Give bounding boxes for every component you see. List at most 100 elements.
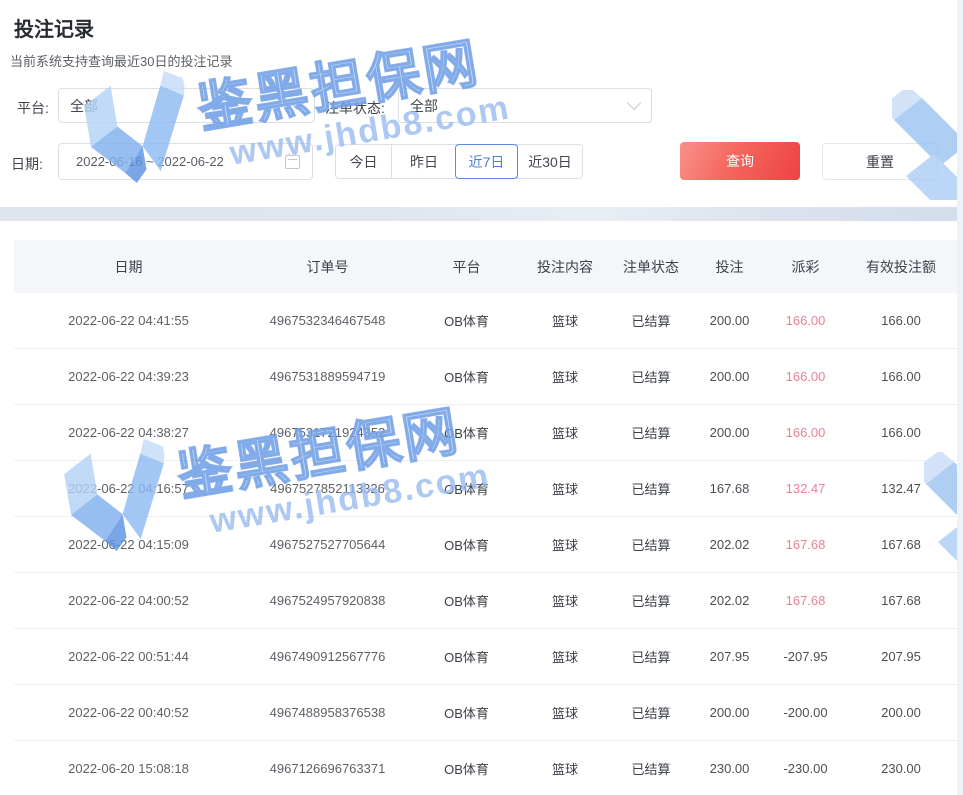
cell-bet: 200.00: [693, 313, 766, 328]
scrollbar-track[interactable]: [957, 0, 963, 795]
watermark-brand: 鉴黑担保网: [191, 15, 507, 144]
cell-payout: 132.47: [766, 481, 845, 496]
table-row: 2022-06-22 00:40:524967488958376538OB体育篮…: [14, 685, 957, 741]
cell-valid: 166.00: [845, 369, 957, 384]
cell-order: 4967531721924352: [243, 425, 412, 440]
quick-range-yesterday[interactable]: 昨日: [391, 145, 456, 178]
cell-platform: OB体育: [412, 535, 521, 554]
cell-date: 2022-06-22 00:40:52: [14, 705, 243, 720]
cell-order: 4967524957920838: [243, 593, 412, 608]
header-platform: 平台: [412, 257, 521, 277]
cell-order: 4967527527705644: [243, 537, 412, 552]
quick-range-30days[interactable]: 近30日: [517, 145, 582, 178]
cell-order: 4967126696763371: [243, 761, 412, 776]
table-row: 2022-06-22 00:51:444967490912567776OB体育篮…: [14, 629, 957, 685]
cell-payout: 166.00: [766, 369, 845, 384]
table-row: 2022-06-22 04:15:094967527527705644OB体育篮…: [14, 517, 957, 573]
cell-platform: OB体育: [412, 367, 521, 386]
cell-status: 已结算: [609, 759, 693, 778]
quick-range-group: 今日 昨日 近7日 近30日: [335, 144, 583, 179]
cell-platform: OB体育: [412, 591, 521, 610]
cell-order: 4967527852113326: [243, 481, 412, 496]
cell-content: 篮球: [521, 479, 609, 498]
status-label: 注单状态:: [325, 98, 385, 118]
chevron-down-icon[interactable]: [627, 96, 641, 110]
cell-status: 已结算: [609, 311, 693, 330]
cell-platform: OB体育: [412, 423, 521, 442]
cell-payout: 166.00: [766, 313, 845, 328]
cell-payout: -200.00: [766, 705, 845, 720]
cell-bet: 200.00: [693, 425, 766, 440]
date-range-value: 2022-06-16 ~ 2022-06-22: [76, 154, 285, 169]
cell-bet: 200.00: [693, 705, 766, 720]
cell-payout: 167.68: [766, 537, 845, 552]
header-date: 日期: [14, 257, 243, 277]
table-row: 2022-06-22 04:00:524967524957920838OB体育篮…: [14, 573, 957, 629]
cell-valid: 166.00: [845, 425, 957, 440]
cell-status: 已结算: [609, 479, 693, 498]
table-row: 2022-06-22 04:38:274967531721924352OB体育篮…: [14, 405, 957, 461]
cell-bet: 207.95: [693, 649, 766, 664]
reset-button[interactable]: 重置: [822, 143, 938, 180]
cell-status: 已结算: [609, 535, 693, 554]
cell-bet: 200.00: [693, 369, 766, 384]
status-select-value: 全部: [410, 96, 438, 116]
search-button[interactable]: 查询: [680, 142, 800, 180]
cell-platform: OB体育: [412, 479, 521, 498]
cell-content: 篮球: [521, 367, 609, 386]
table-row: 2022-06-20 15:08:184967126696763371OB体育篮…: [14, 741, 957, 795]
cell-status: 已结算: [609, 423, 693, 442]
header-status: 注单状态: [609, 257, 693, 277]
cell-bet: 230.00: [693, 761, 766, 776]
cell-platform: OB体育: [412, 311, 521, 330]
date-range-input[interactable]: 2022-06-16 ~ 2022-06-22: [58, 143, 313, 180]
betting-records-page: 投注记录 当前系统支持查询最近30日的投注记录 平台: 全部 注单状态: 全部 …: [0, 0, 963, 795]
table-row: 2022-06-22 04:16:574967527852113326OB体育篮…: [14, 461, 957, 517]
cell-payout: -230.00: [766, 761, 845, 776]
cell-date: 2022-06-22 04:16:57: [14, 481, 243, 496]
section-divider-band: [0, 207, 957, 221]
cell-status: 已结算: [609, 367, 693, 386]
header-content: 投注内容: [521, 257, 609, 277]
cell-date: 2022-06-22 04:41:55: [14, 313, 243, 328]
table-row: 2022-06-22 04:41:554967532346467548OB体育篮…: [14, 293, 957, 349]
page-title: 投注记录: [14, 13, 94, 42]
date-label: 日期:: [11, 154, 43, 174]
cell-valid: 200.00: [845, 705, 957, 720]
platform-select-value: 全部: [70, 96, 98, 116]
cell-content: 篮球: [521, 759, 609, 778]
cell-status: 已结算: [609, 591, 693, 610]
cell-status: 已结算: [609, 647, 693, 666]
cell-platform: OB体育: [412, 759, 521, 778]
cell-content: 篮球: [521, 535, 609, 554]
header-payout: 派彩: [766, 257, 845, 277]
cell-date: 2022-06-22 04:39:23: [14, 369, 243, 384]
platform-label: 平台:: [17, 98, 49, 118]
chevron-down-icon[interactable]: [290, 96, 304, 110]
table-body: 2022-06-22 04:41:554967532346467548OB体育篮…: [14, 293, 957, 795]
page-subtitle: 当前系统支持查询最近30日的投注记录: [10, 51, 232, 70]
quick-range-today[interactable]: 今日: [336, 145, 391, 178]
cell-valid: 132.47: [845, 481, 957, 496]
cell-bet: 202.02: [693, 537, 766, 552]
cell-content: 篮球: [521, 591, 609, 610]
cell-valid: 230.00: [845, 761, 957, 776]
cell-date: 2022-06-22 04:38:27: [14, 425, 243, 440]
cell-platform: OB体育: [412, 703, 521, 722]
header-bet: 投注: [693, 257, 766, 277]
cell-date: 2022-06-22 04:00:52: [14, 593, 243, 608]
platform-select[interactable]: 全部: [58, 88, 315, 123]
table-header-row: 日期 订单号 平台 投注内容 注单状态 投注 派彩 有效投注额: [14, 240, 957, 293]
cell-content: 篮球: [521, 311, 609, 330]
cell-valid: 167.68: [845, 593, 957, 608]
cell-bet: 202.02: [693, 593, 766, 608]
cell-valid: 207.95: [845, 649, 957, 664]
status-select[interactable]: 全部: [398, 88, 652, 123]
calendar-icon[interactable]: [285, 155, 300, 169]
quick-range-7days[interactable]: 近7日: [455, 144, 518, 179]
cell-order: 4967490912567776: [243, 649, 412, 664]
cell-date: 2022-06-22 00:51:44: [14, 649, 243, 664]
cell-date: 2022-06-20 15:08:18: [14, 761, 243, 776]
table-row: 2022-06-22 04:39:234967531889594719OB体育篮…: [14, 349, 957, 405]
cell-date: 2022-06-22 04:15:09: [14, 537, 243, 552]
